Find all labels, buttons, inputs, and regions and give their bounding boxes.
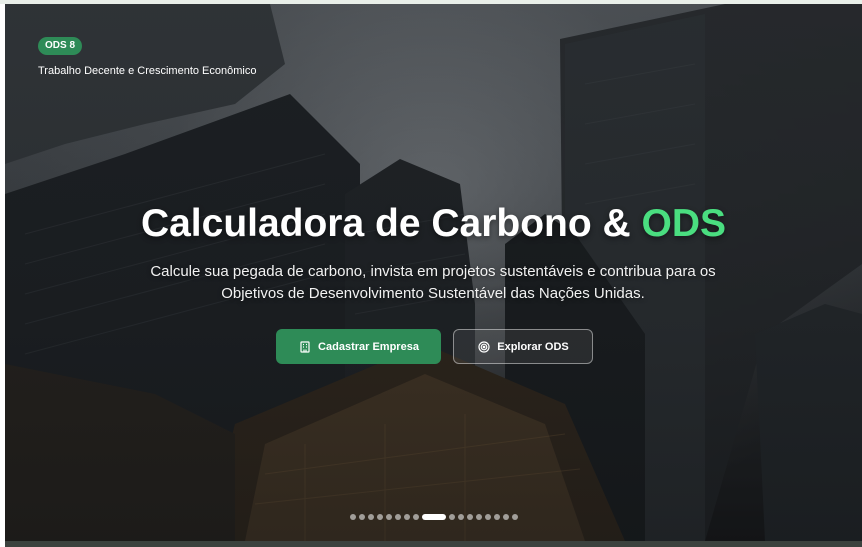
carousel-dot[interactable] (349, 514, 356, 520)
carousel-dot[interactable] (358, 514, 365, 520)
bottom-strip (5, 541, 862, 547)
hero-title: Calculadora de Carbono & ODS (5, 200, 862, 248)
carousel-dot[interactable] (385, 514, 392, 520)
register-company-label: Cadastrar Empresa (318, 340, 419, 353)
carousel-dot[interactable] (421, 514, 446, 520)
carousel-dot[interactable] (376, 514, 383, 520)
carousel-dot[interactable] (412, 514, 419, 520)
target-icon (477, 340, 491, 354)
carousel-dot[interactable] (502, 514, 509, 520)
carousel-dot[interactable] (511, 514, 518, 520)
carousel-dot[interactable] (367, 514, 374, 520)
ods-badge: ODS 8 (38, 37, 83, 55)
hero-title-main: Calculadora de Carbono & (140, 202, 642, 245)
hero-carousel: ODS 8 Trabalho Decente e Crescimento Eco… (5, 4, 862, 541)
explore-ods-label: Explorar ODS (497, 340, 569, 353)
building-icon (298, 340, 312, 354)
ods-goal-title: Trabalho Decente e Crescimento Econômico (38, 65, 257, 77)
hero-title-accent: ODS (641, 202, 727, 245)
carousel-dot[interactable] (394, 514, 401, 520)
carousel-dot[interactable] (466, 514, 473, 520)
carousel-dot[interactable] (475, 514, 482, 520)
carousel-dot[interactable] (403, 514, 410, 520)
carousel-dot[interactable] (448, 514, 455, 520)
hero-description: Calcule sua pegada de carbono, invista e… (150, 263, 716, 302)
explore-ods-button[interactable]: Explorar ODS (453, 329, 593, 364)
carousel-dot[interactable] (493, 514, 500, 520)
carousel-indicators (5, 514, 862, 520)
carousel-dot[interactable] (457, 514, 464, 520)
register-company-button[interactable]: Cadastrar Empresa (276, 329, 441, 364)
carousel-dot[interactable] (484, 514, 491, 520)
